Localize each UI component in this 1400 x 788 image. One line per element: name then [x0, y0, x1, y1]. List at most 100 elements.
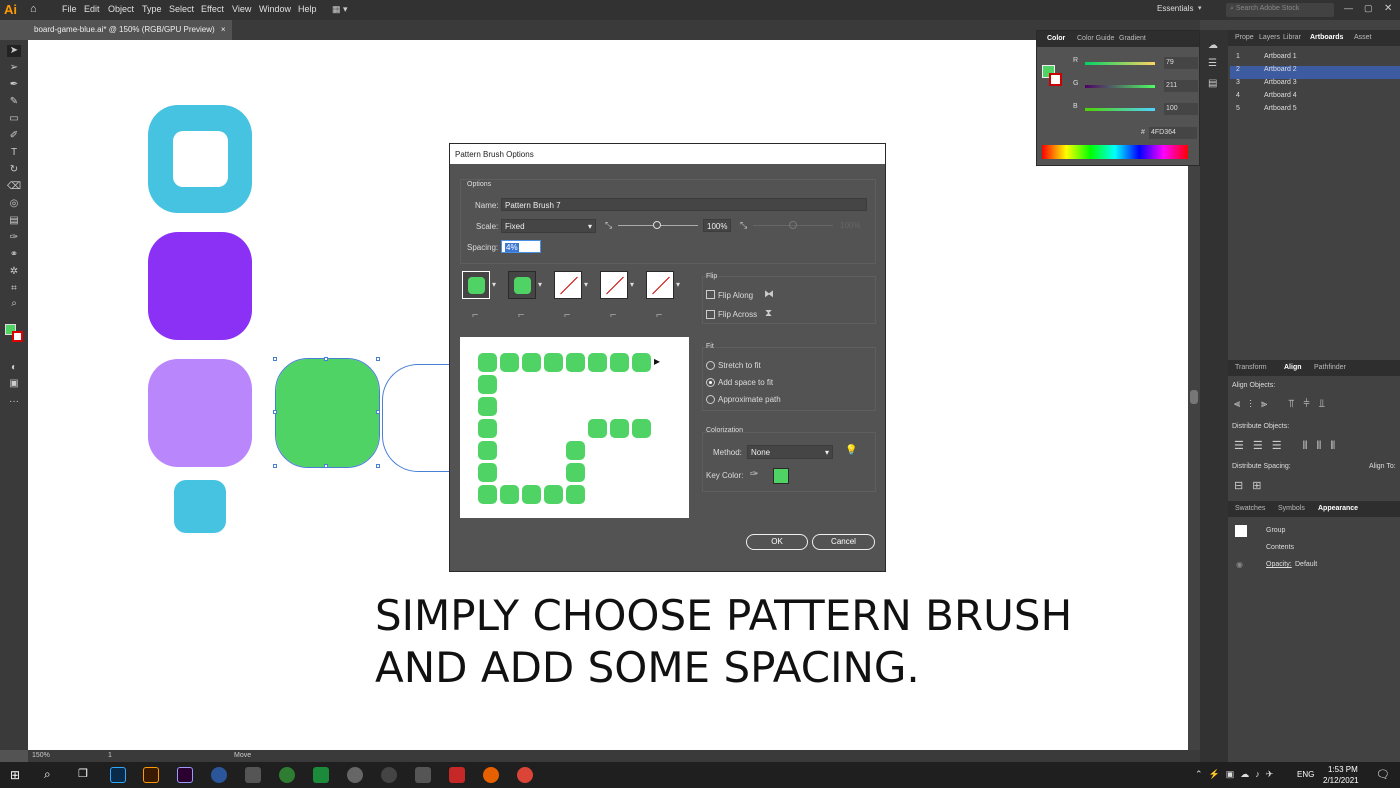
tray-icons[interactable]: ⌃⚡▣☁♪✈	[1195, 769, 1279, 780]
opacity-label[interactable]: Opacity:	[1266, 561, 1292, 568]
properties-icon[interactable]: ☰	[1208, 58, 1217, 69]
tab-appearance[interactable]: Appearance	[1318, 505, 1358, 512]
rectangle-tool-icon[interactable]: ▭	[7, 113, 21, 125]
cancel-button[interactable]: Cancel	[812, 534, 875, 550]
appearance-contents[interactable]: Contents	[1266, 544, 1294, 551]
flip-across-checkbox[interactable]	[706, 310, 715, 319]
clock-time[interactable]: 1:53 PM	[1328, 765, 1358, 774]
artboard-row[interactable]: 4 Artboard 4	[1230, 92, 1400, 105]
tab-gradient[interactable]: Gradient	[1119, 35, 1146, 42]
flip-along-label[interactable]: Flip Along	[718, 291, 753, 300]
notifications-icon[interactable]: 🗨	[1376, 768, 1390, 781]
scale-dropdown[interactable]: Fixed ▾	[501, 219, 596, 233]
paintbrush-tool-icon[interactable]: ✐	[7, 130, 21, 142]
document-tab[interactable]: board-game-blue.ai* @ 150% (RGB/GPU Prev…	[28, 20, 232, 40]
shape-builder-tool-icon[interactable]: ◎	[7, 198, 21, 210]
lavender-tile-shape[interactable]	[148, 359, 252, 467]
gradient-tool-icon[interactable]: ▤	[7, 215, 21, 227]
spacing-input[interactable]: 4%	[501, 240, 541, 253]
stroke-swatch[interactable]	[12, 331, 23, 342]
selection-handle[interactable]	[273, 357, 277, 361]
scale-pressure-icon[interactable]: ⤡	[605, 220, 612, 231]
menu-view[interactable]: View	[232, 4, 251, 14]
small-cyan-tile-shape[interactable]	[174, 480, 226, 533]
app-icon[interactable]	[313, 767, 329, 783]
artboard-row-selected[interactable]: 2 Artboard 2	[1230, 66, 1400, 79]
chrome-icon[interactable]	[517, 767, 533, 783]
menu-object[interactable]: Object	[108, 4, 134, 14]
maximize-icon[interactable]: ▢	[1364, 3, 1373, 14]
search-stock-input[interactable]: ⌕ Search Adobe Stock	[1226, 3, 1334, 17]
app-icon[interactable]	[347, 767, 363, 783]
chevron-down-icon[interactable]: ▾	[492, 280, 496, 289]
tips-bulb-icon[interactable]: 💡	[845, 445, 857, 456]
language-indicator[interactable]: ENG	[1297, 770, 1314, 779]
selected-green-tile-shape[interactable]	[275, 358, 380, 468]
direct-selection-tool-icon[interactable]: ➢	[7, 62, 21, 74]
start-tile[interactable]	[600, 271, 628, 299]
inner-corner-tile[interactable]	[554, 271, 582, 299]
blend-tool-icon[interactable]: ⚭	[7, 249, 21, 261]
curvature-tool-icon[interactable]: ✎	[7, 96, 21, 108]
minimize-icon[interactable]: —	[1344, 3, 1353, 13]
scale-percent-input[interactable]: 100%	[703, 219, 731, 232]
cc-libraries-icon[interactable]: ☁	[1208, 40, 1218, 51]
clock-date[interactable]: 2/12/2021	[1323, 776, 1359, 785]
firefox-icon[interactable]	[483, 767, 499, 783]
menu-file[interactable]: File	[62, 4, 77, 14]
key-color-swatch[interactable]	[773, 468, 789, 484]
more-tools-icon[interactable]: ···	[7, 396, 21, 408]
purple-tile-shape[interactable]	[148, 232, 252, 340]
b-slider[interactable]	[1085, 108, 1155, 111]
home-icon[interactable]: ⌂	[30, 3, 37, 15]
app-icon[interactable]	[449, 767, 465, 783]
premiere-icon[interactable]	[177, 767, 193, 783]
windows-start-icon[interactable]: ⊞	[10, 768, 20, 782]
tab-pathfinder[interactable]: Pathfinder	[1314, 364, 1346, 371]
side-tile[interactable]	[462, 271, 490, 299]
artboard-tool-icon[interactable]: ⌗	[7, 283, 21, 295]
artboard-row[interactable]: 5 Artboard 5	[1230, 105, 1400, 118]
flip-across-label[interactable]: Flip Across	[718, 310, 757, 319]
tab-layers[interactable]: Layers	[1259, 34, 1280, 41]
outer-corner-tile[interactable]	[508, 271, 536, 299]
tab-assets[interactable]: Asset	[1354, 34, 1372, 41]
task-view-icon[interactable]: ❐	[78, 767, 88, 780]
artboard-row[interactable]: 3 Artboard 3	[1230, 79, 1400, 92]
r-slider[interactable]	[1085, 62, 1155, 65]
draw-mode-icon[interactable]: ◐	[7, 362, 21, 374]
chevron-down-icon[interactable]: ▾	[584, 280, 588, 289]
selection-handle[interactable]	[376, 357, 380, 361]
menu-help[interactable]: Help	[298, 4, 317, 14]
selection-handle[interactable]	[273, 464, 277, 468]
selection-handle[interactable]	[324, 464, 328, 468]
hex-value[interactable]: 4FD364	[1149, 127, 1197, 139]
tab-color[interactable]: Color	[1047, 35, 1065, 42]
workspace-switcher-icon[interactable]: ▦ ▾	[332, 4, 348, 15]
artboard-navigator[interactable]: 1	[108, 752, 112, 759]
close-icon[interactable]: ✕	[1384, 3, 1392, 14]
tab-swatches[interactable]: Swatches	[1235, 505, 1265, 512]
b-value[interactable]: 100	[1164, 103, 1198, 115]
tab-align[interactable]: Align	[1284, 364, 1302, 371]
add-space-to-fit-label[interactable]: Add space to fit	[718, 378, 773, 387]
end-tile[interactable]	[646, 271, 674, 299]
illustrator-icon[interactable]	[143, 767, 159, 783]
artboard-row[interactable]: 1 Artboard 1	[1230, 53, 1400, 66]
menu-effect[interactable]: Effect	[201, 4, 224, 14]
spacing-buttons-row[interactable]: ⊟⊞	[1234, 479, 1270, 492]
tab-symbols[interactable]: Symbols	[1278, 505, 1305, 512]
tab-transform[interactable]: Transform	[1235, 364, 1267, 371]
pen-tool-icon[interactable]: ✒	[7, 79, 21, 91]
close-tab-icon[interactable]: ×	[221, 25, 226, 34]
eraser-tool-icon[interactable]: ⌫	[7, 181, 21, 193]
selection-handle[interactable]	[273, 410, 277, 414]
selection-handle[interactable]	[376, 410, 380, 414]
search-icon[interactable]: ⌕	[44, 767, 51, 782]
workspace-label[interactable]: Essentials	[1157, 4, 1193, 13]
eye-icon[interactable]: ◉	[1236, 560, 1243, 569]
stretch-to-fit-label[interactable]: Stretch to fit	[718, 361, 761, 370]
tab-properties[interactable]: Prope	[1235, 34, 1254, 41]
menu-select[interactable]: Select	[169, 4, 194, 14]
align-buttons-row[interactable]: ⫷⫶⫸ ⫪⫩⫫	[1234, 398, 1334, 411]
